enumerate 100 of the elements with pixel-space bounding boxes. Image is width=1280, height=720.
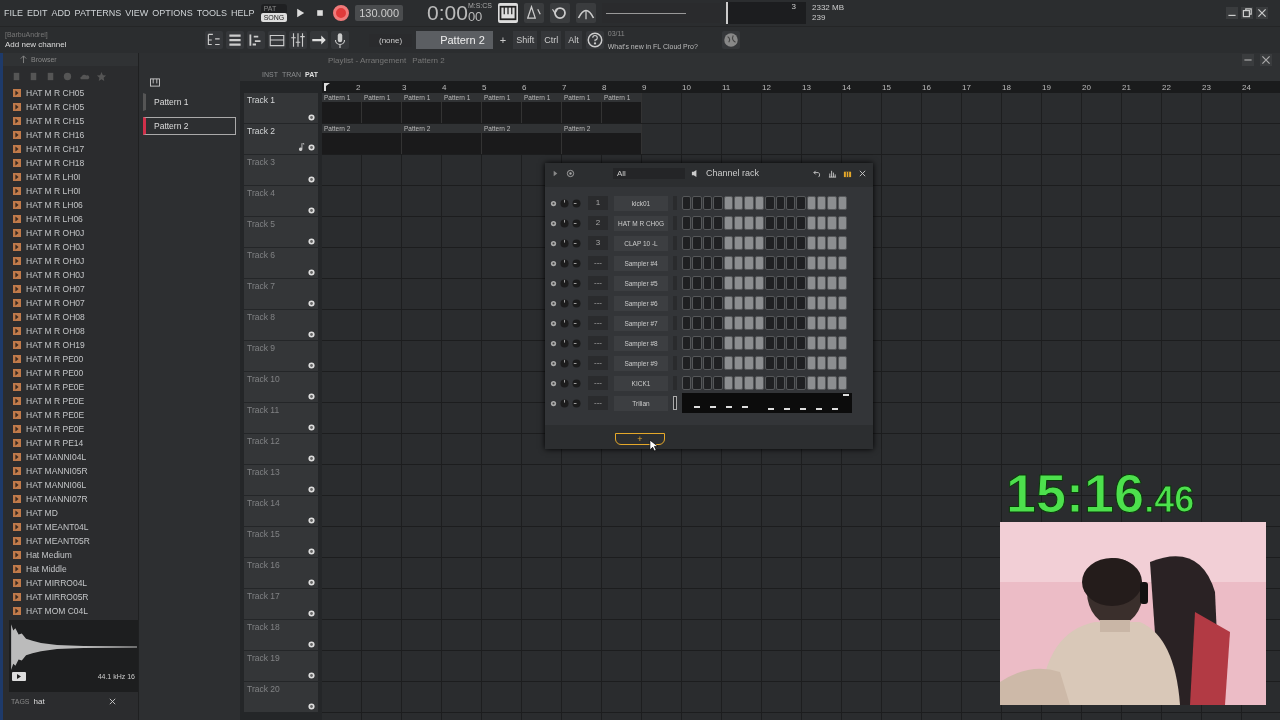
step-button[interactable] [733, 296, 744, 310]
tempo-field[interactable]: 130.000 [355, 5, 403, 21]
browser-item[interactable]: HAT MANNI05R [26, 466, 88, 476]
channel-led-icon[interactable] [550, 399, 557, 407]
step-button[interactable] [765, 336, 775, 350]
step-button[interactable] [837, 376, 848, 390]
step-button[interactable] [796, 336, 806, 350]
step-button[interactable] [827, 276, 837, 290]
step-button[interactable] [775, 316, 785, 330]
step-button[interactable] [713, 256, 723, 270]
step-button[interactable] [817, 296, 827, 310]
channel-led-icon[interactable] [550, 259, 557, 267]
step-button[interactable] [837, 236, 848, 250]
pattern-selector[interactable]: Pattern 2 [416, 31, 493, 49]
step-button[interactable] [702, 276, 713, 290]
step-button[interactable] [713, 196, 723, 210]
step-button[interactable] [713, 376, 723, 390]
track-led-icon[interactable] [308, 424, 315, 431]
step-button[interactable] [806, 356, 817, 370]
channel-led-icon[interactable] [550, 379, 557, 387]
track-led-icon[interactable] [308, 362, 315, 369]
step-button[interactable] [733, 356, 744, 370]
playhead-marker[interactable] [324, 83, 330, 91]
browser-item[interactable]: HAT M R OH0J [26, 242, 85, 252]
channel-led-icon[interactable] [550, 339, 557, 347]
minimize-icon[interactable] [1226, 7, 1238, 19]
step-button[interactable] [837, 336, 848, 350]
step-button[interactable] [754, 236, 765, 250]
step-button[interactable] [692, 376, 702, 390]
step-button[interactable] [692, 316, 702, 330]
step-button[interactable] [713, 216, 723, 230]
browser-item[interactable]: HAT M R OH07 [26, 298, 85, 308]
step-button[interactable] [733, 336, 744, 350]
undo-icon[interactable] [813, 168, 822, 178]
mixer-track-number[interactable]: --- [588, 396, 608, 410]
step-button[interactable] [754, 276, 765, 290]
step-button[interactable] [806, 196, 817, 210]
step-button[interactable] [785, 256, 796, 270]
step-button[interactable] [827, 316, 837, 330]
browser-item[interactable]: HAT M R CH05 [26, 88, 85, 98]
browser-item[interactable]: HAT MANNI04L [26, 452, 87, 462]
step-button[interactable] [817, 356, 827, 370]
step-button[interactable] [702, 316, 713, 330]
track-led-icon[interactable] [308, 269, 315, 276]
track-led-icon[interactable] [308, 548, 315, 555]
step-button[interactable] [744, 216, 754, 230]
step-button[interactable] [744, 316, 754, 330]
volume-knob[interactable] [572, 338, 581, 348]
pattern-item[interactable]: Pattern 1 [143, 93, 236, 111]
menu-item[interactable]: FILE [4, 8, 23, 18]
channel-led-icon[interactable] [550, 239, 557, 247]
track-led-icon[interactable] [308, 703, 315, 710]
step-button[interactable] [682, 276, 692, 290]
volume-knob[interactable] [572, 218, 581, 228]
browser-item[interactable]: HAT M R LH0I [26, 186, 81, 196]
loop-icon[interactable] [550, 3, 570, 23]
group-filter[interactable]: All [613, 167, 685, 179]
channel-select-indicator[interactable] [673, 396, 677, 410]
step-button[interactable] [775, 296, 785, 310]
step-button[interactable] [744, 296, 754, 310]
step-button[interactable] [796, 376, 806, 390]
browser-item[interactable]: HAT M R OH08 [26, 312, 85, 322]
play-icon[interactable] [12, 672, 26, 681]
step-button[interactable] [775, 276, 785, 290]
mixer-track-number[interactable]: --- [588, 316, 608, 330]
step-button[interactable] [733, 316, 744, 330]
step-button[interactable] [702, 336, 713, 350]
collapse-arrow-icon[interactable] [551, 168, 560, 178]
step-button[interactable] [785, 296, 796, 310]
step-button[interactable] [744, 376, 754, 390]
track-led-icon[interactable] [308, 455, 315, 462]
step-button[interactable] [754, 336, 765, 350]
browser-item[interactable]: HAT M R OH08 [26, 326, 85, 336]
browser-item[interactable]: HAT M R LH06 [26, 200, 83, 210]
step-button[interactable] [702, 196, 713, 210]
step-button[interactable] [713, 356, 723, 370]
track-led-icon[interactable] [308, 641, 315, 648]
step-button[interactable] [733, 236, 744, 250]
step-button[interactable] [723, 376, 733, 390]
step-button[interactable] [827, 336, 837, 350]
modifier-key[interactable]: Shift [513, 31, 538, 49]
pan-knob[interactable] [560, 238, 569, 248]
step-button[interactable] [796, 316, 806, 330]
step-button[interactable] [702, 216, 713, 230]
step-button[interactable] [713, 276, 723, 290]
piano-roll-preview-drawing[interactable] [682, 393, 852, 413]
step-button[interactable] [827, 376, 837, 390]
browser-item[interactable]: Hat Medium [26, 550, 72, 560]
step-button[interactable] [754, 356, 765, 370]
mixer-track-number[interactable]: 3 [588, 236, 608, 250]
pan-knob[interactable] [560, 258, 569, 268]
step-button[interactable] [682, 316, 692, 330]
step-button[interactable] [796, 196, 806, 210]
step-button[interactable] [744, 256, 754, 270]
volume-knob[interactable] [572, 238, 581, 248]
mixer-track-number[interactable]: --- [588, 256, 608, 270]
step-button[interactable] [765, 216, 775, 230]
piano-roll-icon[interactable] [247, 31, 265, 49]
mixer-track-number[interactable]: 2 [588, 216, 608, 230]
step-button[interactable] [837, 256, 848, 270]
